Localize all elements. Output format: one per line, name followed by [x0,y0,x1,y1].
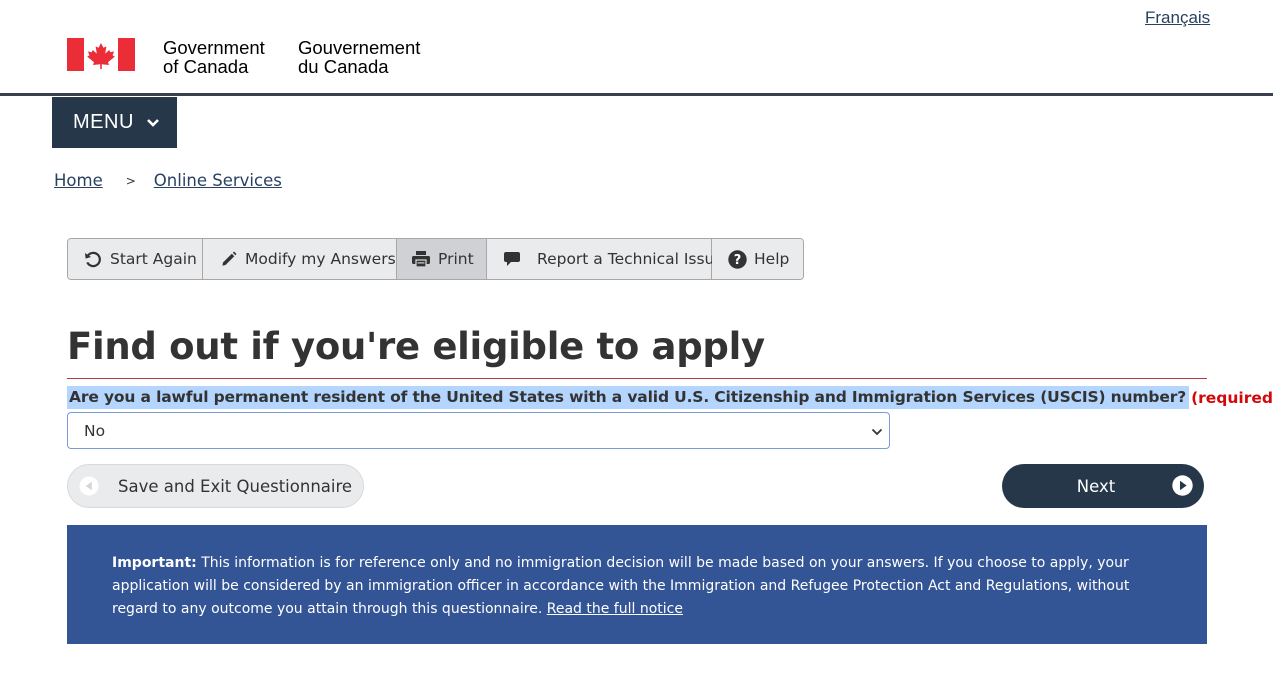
pencil-icon [220,250,238,268]
circle-arrow-right-icon [1172,475,1193,496]
important-notice: Important: This information is for refer… [67,525,1207,644]
question-row: Are you a lawful permanent resident of t… [67,386,1273,409]
wordmark-en-line1: Government [163,37,265,58]
next-button[interactable]: Next [1002,464,1204,508]
breadcrumb-home-link[interactable]: Home [54,171,103,190]
print-label: Print [438,250,474,268]
next-label: Next [1076,476,1116,496]
report-issue-button[interactable]: Report a Technical Issue [487,239,724,279]
menu-label: MENU [73,111,134,133]
read-full-notice-link[interactable]: Read the full notice [547,601,683,617]
questionnaire-toolbar: Start Again Modify my Answers Print Repo… [67,238,804,280]
breadcrumb-online-services-link[interactable]: Online Services [154,171,282,190]
wordmark-en-line2: of Canada [163,56,249,77]
svg-text:?: ? [734,253,742,268]
language-toggle-link[interactable]: Français [1145,8,1210,28]
title-underline [67,378,1207,379]
chevron-down-icon [871,422,883,440]
report-issue-label: Report a Technical Issue [537,250,724,268]
answer-select[interactable]: No [67,412,890,449]
printer-icon [411,250,431,268]
modify-answers-label: Modify my Answers [245,250,396,268]
save-exit-button[interactable]: Save and Exit Questionnaire [67,464,364,508]
page-title: Find out if you're eligible to apply [67,325,765,368]
breadcrumb: Home > Online Services [54,171,282,190]
help-label: Help [754,250,790,268]
notice-label: Important: [112,555,197,571]
question-label: Are you a lawful permanent resident of t… [67,386,1190,409]
wordmark-fr-line2: du Canada [298,56,389,77]
wordmark-french: Gouvernement du Canada [298,38,420,76]
menu-button[interactable]: MENU [52,97,177,148]
answer-select-value: No [84,421,106,440]
chevron-down-icon [146,118,160,128]
help-button[interactable]: ? Help [712,239,803,279]
question-circle-icon: ? [728,249,747,269]
modify-answers-button[interactable]: Modify my Answers [203,239,397,279]
breadcrumb-separator: > [125,173,136,188]
required-indicator: (required) [1191,389,1273,407]
start-again-button[interactable]: Start Again [68,239,203,279]
start-again-label: Start Again [110,250,197,268]
circle-arrow-left-icon [79,476,99,496]
canada-flag-icon [67,38,135,71]
save-exit-label: Save and Exit Questionnaire [118,476,353,496]
wordmark-english: Government of Canada [163,38,265,76]
refresh-icon [83,249,103,269]
speech-bubble-icon [503,251,521,267]
header-divider [0,93,1273,96]
print-button[interactable]: Print [397,239,487,279]
wordmark-fr-line1: Gouvernement [298,37,421,58]
government-signature: Government of Canada Gouvernement du Can… [67,38,420,78]
